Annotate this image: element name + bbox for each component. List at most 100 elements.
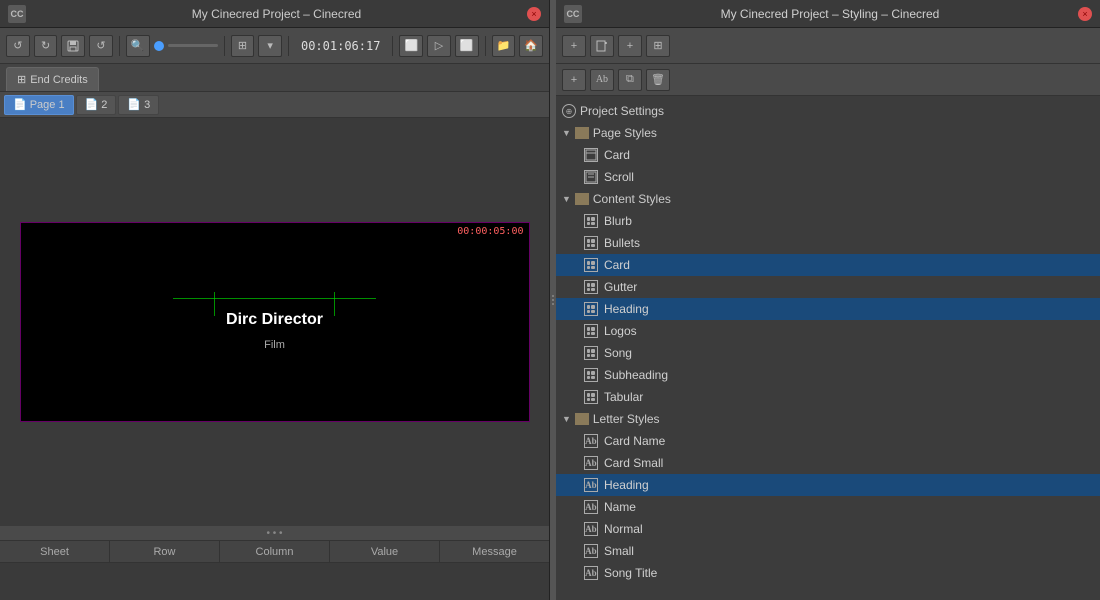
duplicate-button[interactable]: ⧉ <box>618 69 642 91</box>
page-tab-bar: 📄 Page 1 📄 2 📄 3 <box>0 92 549 118</box>
divider-dot3 <box>552 303 554 305</box>
letter-small-icon: Ab <box>584 544 598 558</box>
page-tab-1[interactable]: 📄 Page 1 <box>4 95 74 115</box>
grid-dropdown-button[interactable]: ▾ <box>258 35 282 57</box>
left-tab-bar: ⊞ End Credits <box>0 64 549 92</box>
panel-resize-handle[interactable]: • • • <box>0 526 549 540</box>
letter-style-normal[interactable]: Ab Normal <box>556 518 1100 540</box>
save-button[interactable] <box>61 35 85 57</box>
content-logos-icon <box>584 324 598 338</box>
content-style-bullets[interactable]: Bullets <box>556 232 1100 254</box>
page-icon-2: 📄 <box>85 98 99 111</box>
content-style-heading[interactable]: Heading <box>556 298 1100 320</box>
home-button[interactable]: 🏠 <box>519 35 543 57</box>
letter-style-small[interactable]: Ab Small <box>556 540 1100 562</box>
letter-style-heading[interactable]: Ab Heading <box>556 474 1100 496</box>
left-window-title: My Cinecred Project – Cinecred <box>26 7 527 21</box>
folder-arrow-letter: ▼ <box>562 414 571 424</box>
letter-style-card-name[interactable]: Ab Card Name <box>556 430 1100 452</box>
content-card-label: Card <box>604 258 630 272</box>
letter-styles-section[interactable]: ▼ Letter Styles <box>556 408 1100 430</box>
toolbar-sep2 <box>224 36 225 56</box>
grid-view-button[interactable]: ⊞ <box>646 35 670 57</box>
content-bullets-icon <box>584 236 598 250</box>
letter-styles-label: Letter Styles <box>593 412 660 426</box>
left-close-button[interactable]: × <box>527 7 541 21</box>
content-styles-label: Content Styles <box>593 192 671 206</box>
page-styles-section[interactable]: ▼ Page Styles <box>556 122 1100 144</box>
canvas-area[interactable]: 00:00:05:00 Dirc Director Film <box>0 118 549 526</box>
frame-btn1[interactable]: ⬜ <box>399 35 423 57</box>
right-title-bar: CC My Cinecred Project – Styling – Cinec… <box>556 0 1100 28</box>
play-button[interactable]: ▷ <box>427 35 451 57</box>
content-blurb-label: Blurb <box>604 214 632 228</box>
timecode-overlay: 00:00:05:00 <box>457 226 523 237</box>
toolbar-sep3 <box>288 36 289 56</box>
letter-card-small-label: Card Small <box>604 456 663 470</box>
project-settings-item[interactable]: ⊕ Project Settings <box>556 100 1100 122</box>
divider-dot1 <box>552 295 554 297</box>
bottom-table: Sheet Row Column Value Message <box>0 540 549 600</box>
page-tab-2[interactable]: 📄 2 <box>76 95 117 115</box>
letter-style-name[interactable]: Ab Name <box>556 496 1100 518</box>
undo2-button[interactable]: ↺ <box>89 35 113 57</box>
page-style-scroll[interactable]: Scroll <box>556 166 1100 188</box>
col-value: Value <box>330 541 440 562</box>
folder-arrow-content: ▼ <box>562 194 571 204</box>
content-style-blurb[interactable]: Blurb <box>556 210 1100 232</box>
styles-content[interactable]: ⊕ Project Settings ▼ Page Styles Card Sc… <box>556 96 1100 600</box>
content-styles-section[interactable]: ▼ Content Styles <box>556 188 1100 210</box>
right-close-button[interactable]: × <box>1078 7 1092 21</box>
page-icon-3: 📄 <box>127 98 141 111</box>
delete-button[interactable]: 🗑 <box>646 69 670 91</box>
page-styles-label: Page Styles <box>593 126 657 140</box>
content-style-tabular[interactable]: Tabular <box>556 386 1100 408</box>
frame-btn3[interactable]: ⬜ <box>455 35 479 57</box>
redo-button[interactable]: ↻ <box>34 35 58 57</box>
content-styles-folder-icon <box>575 193 589 205</box>
undo-button[interactable]: ↺ <box>6 35 30 57</box>
content-heading-label: Heading <box>604 302 649 316</box>
search-button[interactable]: 🔍 <box>126 35 150 57</box>
content-style-logos[interactable]: Logos <box>556 320 1100 342</box>
page-style-card[interactable]: Card <box>556 144 1100 166</box>
letter-small-label: Small <box>604 544 634 558</box>
letter-heading-icon: Ab <box>584 478 598 492</box>
letter-style-song-title[interactable]: Ab Song Title <box>556 562 1100 584</box>
content-card-icon <box>584 258 598 272</box>
divider-dot2 <box>552 299 554 301</box>
content-gutter-icon <box>584 280 598 294</box>
add-page-button[interactable] <box>590 35 614 57</box>
grid-button[interactable]: ⊞ <box>231 35 255 57</box>
content-gutter-label: Gutter <box>604 280 637 294</box>
globe-icon: ⊕ <box>562 104 576 118</box>
page-tab-3[interactable]: 📄 3 <box>118 95 159 115</box>
end-credits-tab[interactable]: ⊞ End Credits <box>6 67 99 91</box>
cc-logo-right: CC <box>564 5 582 23</box>
content-style-song[interactable]: Song <box>556 342 1100 364</box>
page-style-scroll-label: Scroll <box>604 170 634 184</box>
content-style-card[interactable]: Card <box>556 254 1100 276</box>
left-toolbar: ↺ ↻ ↺ 🔍 ⊞ ▾ 00:01:06:17 ⬜ ▷ ⬜ 📁 🏠 <box>0 28 549 64</box>
letter-normal-icon: Ab <box>584 522 598 536</box>
ab-icon: Ab <box>596 74 608 85</box>
canvas-sub-text: Film <box>264 339 285 351</box>
letter-style-button[interactable]: Ab <box>590 69 614 91</box>
letter-song-title-icon: Ab <box>584 566 598 580</box>
right-window-title: My Cinecred Project – Styling – Cinecred <box>721 7 940 21</box>
col-message: Message <box>440 541 549 562</box>
zoom-track <box>168 44 218 47</box>
content-style-gutter[interactable]: Gutter <box>556 276 1100 298</box>
add-item-button[interactable]: + <box>562 35 586 57</box>
timecode-display: 00:01:06:17 <box>301 39 380 53</box>
letter-style-card-small[interactable]: Ab Card Small <box>556 452 1100 474</box>
page-styles-folder-icon <box>575 127 589 139</box>
add-letter-button[interactable]: + <box>562 69 586 91</box>
letter-song-title-label: Song Title <box>604 566 657 580</box>
folder-button[interactable]: 📁 <box>492 35 516 57</box>
toolbar-sep5 <box>485 36 486 56</box>
content-style-subheading[interactable]: Subheading <box>556 364 1100 386</box>
zoom-control[interactable] <box>154 41 218 51</box>
letter-card-small-icon: Ab <box>584 456 598 470</box>
add-content-button[interactable]: + <box>618 35 642 57</box>
